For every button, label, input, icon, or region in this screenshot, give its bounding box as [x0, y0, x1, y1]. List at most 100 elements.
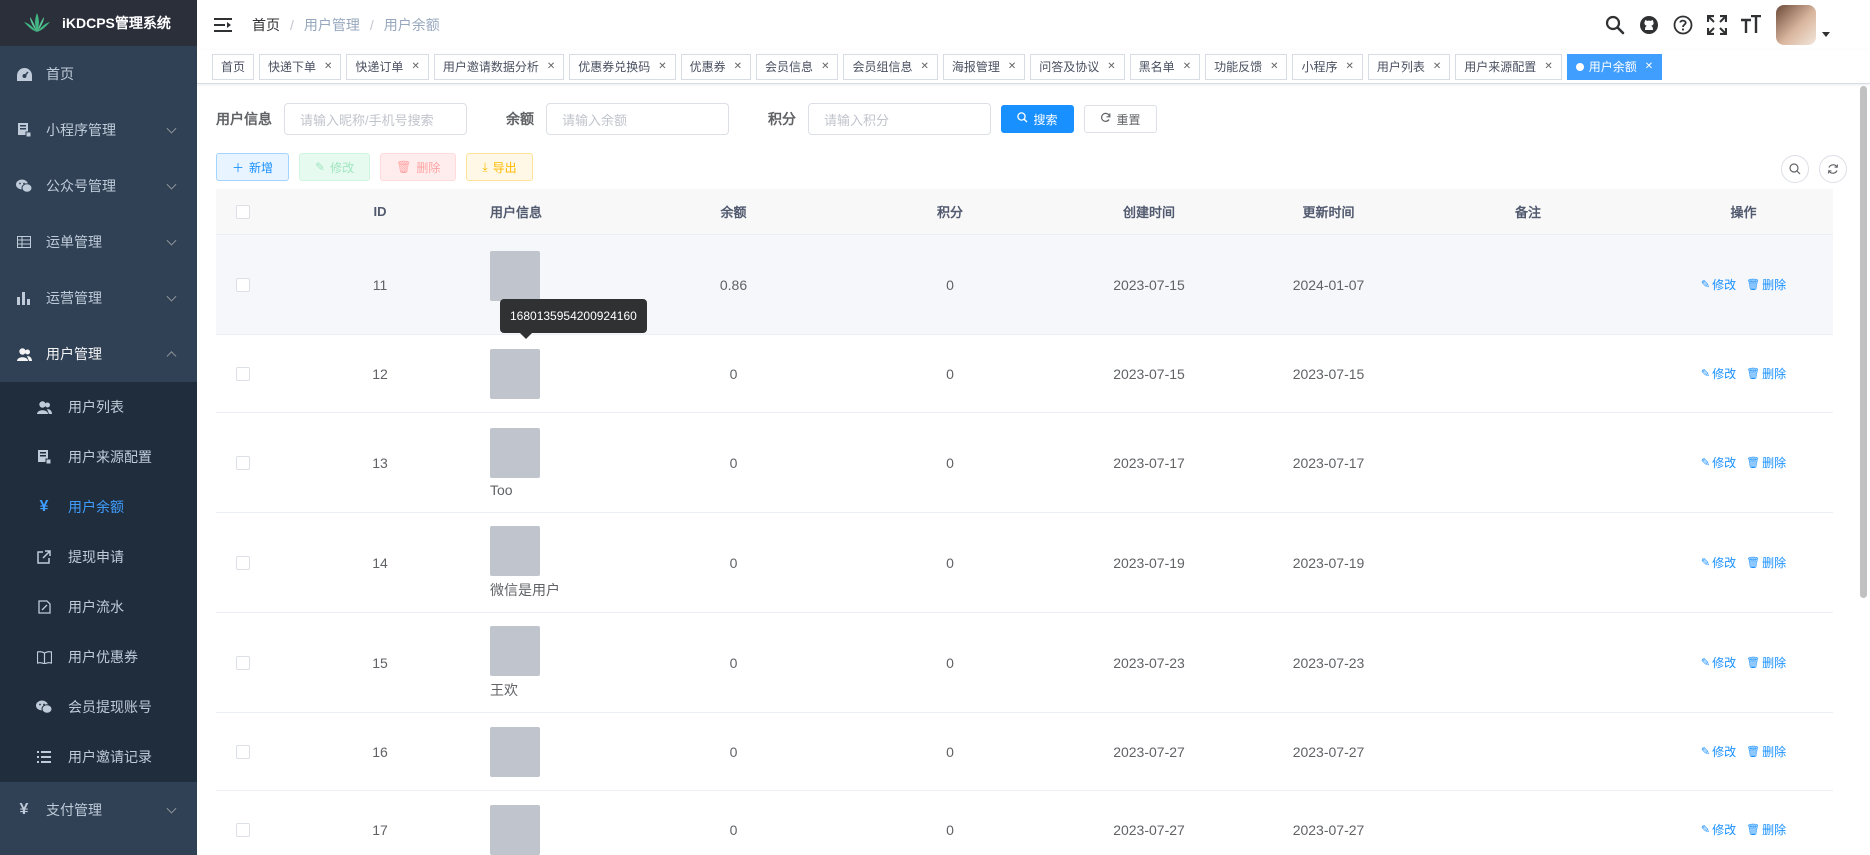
sidebar-item-official-account[interactable]: 公众号管理	[0, 158, 197, 214]
avatar-thumbnail[interactable]	[490, 348, 540, 399]
delete-button[interactable]: 🗑 删除	[380, 153, 457, 181]
question-icon[interactable]	[1672, 14, 1694, 36]
github-icon[interactable]	[1638, 14, 1660, 36]
logo[interactable]: iKDCPS管理系统	[0, 0, 197, 46]
tag-express-orders[interactable]: 快递订单 ✕	[346, 53, 429, 80]
row-edit-button[interactable]: ✎ 修改	[1701, 276, 1736, 293]
tag-member-info[interactable]: 会员信息 ✕	[756, 53, 839, 80]
table-row[interactable]: 14 微信是用户 0 0 2023-07-19 2023-07-19 ✎ 修改 🗑…	[216, 513, 1833, 613]
close-icon[interactable]: ✕	[1008, 55, 1016, 79]
tag-user-balance[interactable]: 用户余额 ✕	[1566, 53, 1663, 80]
close-icon[interactable]: ✕	[1645, 55, 1653, 79]
search-icon[interactable]	[1604, 14, 1626, 36]
table-row[interactable]: 13 Too 0 0 2023-07-17 2023-07-17 ✎ 修改 🗑 删除	[216, 413, 1833, 513]
close-icon[interactable]: ✕	[920, 55, 928, 79]
select-all-checkbox[interactable]	[236, 204, 250, 219]
close-icon[interactable]: ✕	[324, 55, 332, 79]
tag-user-list[interactable]: 用户列表 ✕	[1367, 53, 1451, 80]
tag-feedback[interactable]: 功能反馈 ✕	[1205, 53, 1288, 80]
row-delete-button[interactable]: 🗑 删除	[1746, 276, 1786, 293]
sidebar-item-home[interactable]: 首页	[0, 46, 197, 102]
sidebar-item-user-source[interactable]: 用户来源配置	[0, 432, 197, 482]
balance-input[interactable]: 请输入余额	[546, 103, 729, 135]
row-delete-button[interactable]: 🗑 删除	[1746, 365, 1786, 382]
sidebar-item-miniprogram[interactable]: 小程序管理	[0, 102, 197, 158]
table-row[interactable]: 15 王欢 0 0 2023-07-23 2023-07-23 ✎ 修改 🗑 删除	[216, 613, 1833, 713]
row-edit-button[interactable]: ✎ 修改	[1701, 821, 1736, 838]
refresh-button[interactable]	[1819, 155, 1847, 183]
close-icon[interactable]: ✕	[547, 55, 555, 79]
row-edit-button[interactable]: ✎ 修改	[1701, 454, 1736, 471]
row-edit-button[interactable]: ✎ 修改	[1701, 743, 1736, 760]
tag-poster[interactable]: 海报管理 ✕	[942, 53, 1026, 80]
row-edit-button[interactable]: ✎ 修改	[1701, 554, 1736, 571]
row-checkbox[interactable]	[236, 655, 250, 670]
sidebar-item-users[interactable]: 用户管理	[0, 326, 197, 382]
close-icon[interactable]: ✕	[734, 55, 742, 79]
tag-coupon-code[interactable]: 优惠券兑换码 ✕	[569, 53, 676, 80]
close-icon[interactable]: ✕	[1107, 55, 1115, 79]
row-checkbox[interactable]	[236, 822, 250, 837]
user-info-input[interactable]: 请输入昵称/手机号搜索	[284, 103, 467, 135]
row-checkbox[interactable]	[236, 366, 250, 381]
search-button[interactable]: 搜索	[1001, 105, 1074, 133]
sidebar-item-operations[interactable]: 运营管理	[0, 270, 197, 326]
avatar-thumbnail[interactable]	[490, 804, 540, 855]
close-icon[interactable]: ✕	[1270, 55, 1278, 79]
sidebar-item-user-flow[interactable]: 用户流水	[0, 582, 197, 632]
font-size-icon[interactable]	[1740, 14, 1762, 36]
row-delete-button[interactable]: 🗑 删除	[1746, 821, 1786, 838]
table-row[interactable]: 17 0 0 2023-07-27 2023-07-27 ✎ 修改 🗑 删除	[216, 791, 1833, 855]
row-checkbox[interactable]	[236, 455, 250, 470]
sidebar-item-user-balance[interactable]: ¥ 用户余额	[0, 482, 197, 532]
close-icon[interactable]: ✕	[821, 55, 829, 79]
hamburger-icon[interactable]	[214, 17, 232, 33]
tag-member-group[interactable]: 会员组信息 ✕	[843, 53, 938, 80]
sidebar-item-user-coupons[interactable]: 用户优惠券	[0, 632, 197, 682]
close-icon[interactable]: ✕	[411, 55, 419, 79]
points-input[interactable]: 请输入积分	[808, 103, 991, 135]
table-row[interactable]: 16 0 0 2023-07-27 2023-07-27 ✎ 修改 🗑 删除	[216, 713, 1833, 791]
row-checkbox[interactable]	[236, 555, 250, 570]
row-edit-button[interactable]: ✎ 修改	[1701, 654, 1736, 671]
tag-faq[interactable]: 问答及协议 ✕	[1030, 53, 1125, 80]
close-icon[interactable]: ✕	[1433, 55, 1441, 79]
row-checkbox[interactable]	[236, 744, 250, 759]
tag-blacklist[interactable]: 黑名单 ✕	[1129, 53, 1201, 80]
avatar-thumbnail[interactable]	[490, 250, 540, 301]
tag-miniprogram[interactable]: 小程序 ✕	[1292, 53, 1363, 80]
avatar-thumbnail[interactable]	[490, 726, 540, 777]
tag-coupon[interactable]: 优惠券 ✕	[680, 53, 752, 80]
export-button[interactable]: ⤓ 导出	[466, 153, 533, 181]
fullscreen-icon[interactable]	[1706, 14, 1728, 36]
avatar-thumbnail[interactable]	[490, 427, 540, 478]
table-row[interactable]: 11 0.86 0 2023-07-15 2024-01-07 ✎ 修改 🗑 删除	[216, 235, 1833, 335]
close-icon[interactable]: ✕	[658, 55, 666, 79]
sidebar-item-member-withdraw-account[interactable]: 会员提现账号	[0, 682, 197, 732]
close-icon[interactable]: ✕	[1183, 55, 1191, 79]
sidebar-item-invite-records[interactable]: 用户邀请记录	[0, 732, 197, 782]
table-row[interactable]: 12 0 0 2023-07-15 2023-07-15 ✎ 修改 🗑 删除	[216, 335, 1833, 413]
row-delete-button[interactable]: 🗑 删除	[1746, 454, 1786, 471]
edit-button[interactable]: ✎ 修改	[299, 153, 371, 181]
row-delete-button[interactable]: 🗑 删除	[1746, 743, 1786, 760]
avatar-thumbnail[interactable]	[490, 525, 540, 576]
sidebar-item-waybill[interactable]: 运单管理	[0, 214, 197, 270]
toggle-search-button[interactable]	[1781, 155, 1809, 183]
row-checkbox[interactable]	[236, 277, 250, 292]
avatar[interactable]	[1776, 5, 1816, 45]
add-button[interactable]: ＋ 新增	[216, 153, 290, 181]
breadcrumb-home[interactable]: 首页	[252, 15, 280, 35]
tag-express-order[interactable]: 快递下单 ✕	[259, 53, 342, 80]
avatar-thumbnail[interactable]	[490, 625, 540, 676]
sidebar-item-user-list[interactable]: 用户列表	[0, 382, 197, 432]
tag-home[interactable]: 首页	[212, 53, 255, 80]
page-scrollbar[interactable]	[1860, 86, 1867, 598]
sidebar-item-withdraw[interactable]: 提现申请	[0, 532, 197, 582]
row-delete-button[interactable]: 🗑 删除	[1746, 654, 1786, 671]
tag-user-source[interactable]: 用户来源配置 ✕	[1455, 53, 1562, 80]
sidebar-item-payment[interactable]: ¥ 支付管理	[0, 782, 197, 838]
reset-button[interactable]: 重置	[1084, 105, 1157, 133]
row-edit-button[interactable]: ✎ 修改	[1701, 365, 1736, 382]
row-delete-button[interactable]: 🗑 删除	[1746, 554, 1786, 571]
